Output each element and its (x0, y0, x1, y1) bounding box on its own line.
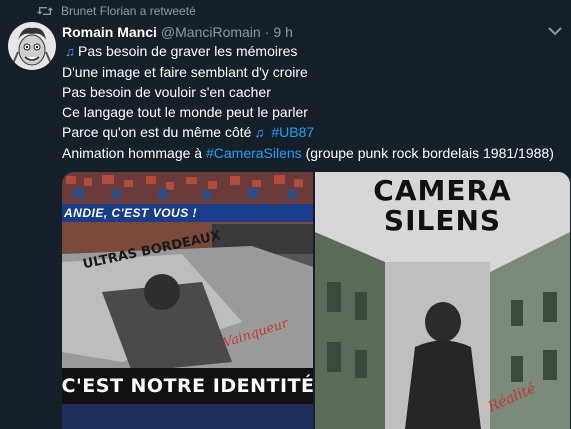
separator: · (264, 24, 270, 40)
author-name[interactable]: Romain Manci (62, 23, 157, 41)
tweet-line-2: D'une image et faire semblant d'y croire (62, 64, 308, 80)
tweet-line-1: ♫ Pas besoin de graver les mémoires (62, 41, 562, 62)
avatar-image (8, 22, 56, 70)
tweet-line-6-text: Animation hommage à (62, 145, 206, 161)
retweet-context[interactable]: Brunet Florian a retweeté (37, 2, 196, 20)
music-notes-icon: ♫ (254, 125, 265, 140)
tweet-line-6: Animation hommage à #CameraSilens (group… (62, 143, 562, 163)
tweet-header: Romain Manci @ManciRomain · 9 h (62, 23, 293, 41)
tweet-line-1-text: Pas besoin de graver les mémoires (78, 43, 298, 59)
timestamp[interactable]: 9 h (273, 23, 292, 41)
media-grid: ANDIE, C'EST VOUS ! ULTRAS BORDEAUX Vain… (62, 172, 570, 429)
music-notes-icon: ♫ (65, 44, 75, 59)
retweet-label[interactable]: Brunet Florian a retweeté (61, 4, 196, 18)
tweet-line-5-text: Parce qu'on est du même côté (62, 124, 252, 140)
album-title-line-1: CAMERA (373, 174, 512, 207)
album-title: CAMERA SILENS (315, 176, 570, 236)
avatar[interactable] (8, 22, 56, 70)
tweet-line-6-rest: (groupe punk rock bordelais 1981/1988) (301, 145, 554, 161)
author-handle[interactable]: @ManciRomain (161, 23, 261, 41)
tweet-line-5: Parce qu'on est du même côté ♫ #UB87 (62, 122, 562, 143)
stadium-photo[interactable]: ANDIE, C'EST VOUS ! ULTRAS BORDEAUX Vain… (62, 172, 313, 429)
album-title-line-2: SILENS (383, 204, 502, 237)
tweet-text: ♫ Pas besoin de graver les mémoires D'une… (62, 41, 562, 163)
retweet-icon (37, 7, 53, 15)
tweet-line-4: Ce langage tout le monde peut le parler (62, 104, 308, 120)
hashtag-ub87[interactable]: #UB87 (271, 124, 314, 140)
stadium-banner-top: ANDIE, C'EST VOUS ! (62, 204, 313, 222)
chevron-down-icon[interactable] (547, 25, 563, 37)
hashtag-camerasilens[interactable]: #CameraSilens (206, 145, 302, 161)
album-cover[interactable]: CAMERA SILENS Réalité (315, 172, 570, 429)
tweet-line-3: Pas besoin de vouloir s'en cacher (62, 84, 271, 100)
stadium-banner-bottom: C'EST NOTRE IDENTITÉ (62, 368, 313, 404)
